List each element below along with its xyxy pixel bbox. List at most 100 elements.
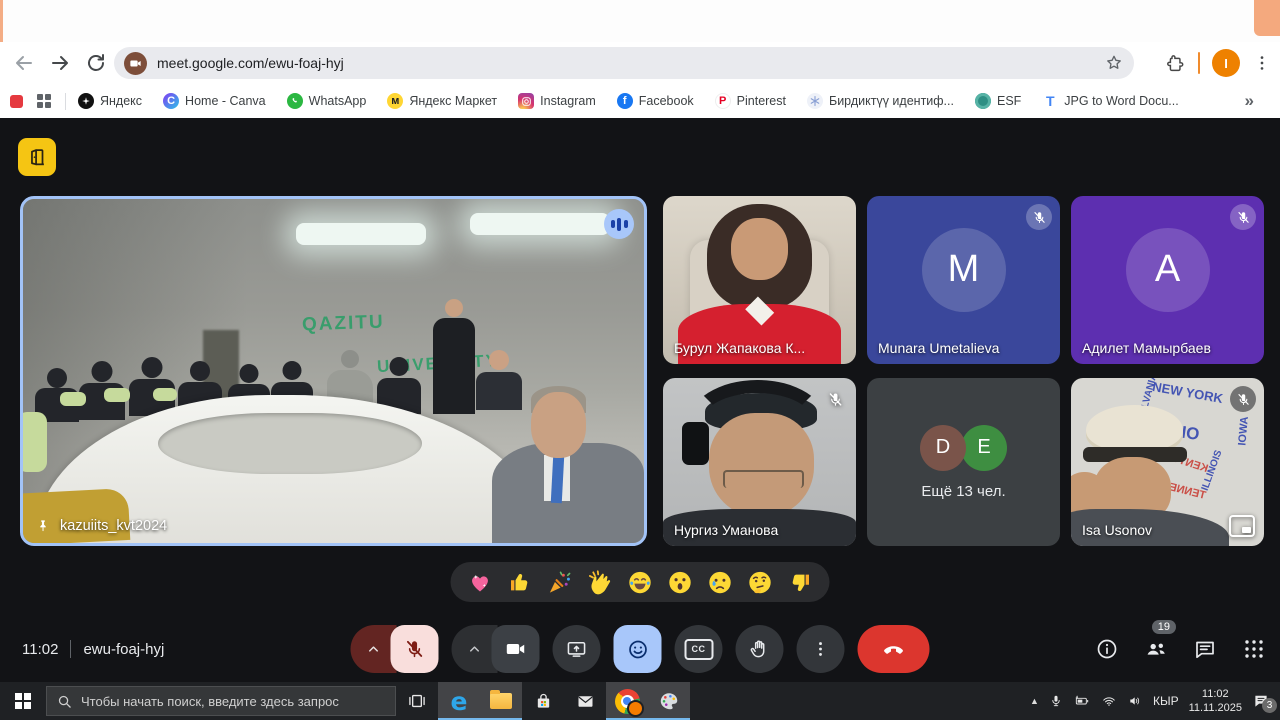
browser-toolbar: meet.google.com/ewu-foaj-hyj I: [0, 42, 1280, 84]
search-icon: [57, 694, 72, 709]
tray-expand-icon[interactable]: ▲: [1030, 696, 1039, 706]
mic-muted-icon: [822, 386, 848, 412]
taskbar-file-explorer[interactable]: [480, 682, 522, 720]
bookmark-jpg-to-word[interactable]: T JPG to Word Docu...: [1042, 93, 1178, 109]
mic-control-group: [351, 625, 439, 673]
mic-muted-icon: [1230, 204, 1256, 230]
clapping-hands-reaction[interactable]: [587, 569, 614, 596]
bookmark-yandex-market[interactable]: м Яндекс Маркет: [387, 93, 497, 109]
participant-tile-nurgiz[interactable]: Нургиз Уманова: [663, 378, 856, 546]
captions-button[interactable]: CC: [675, 625, 723, 673]
participant-name: Бурул Жапакова К...: [674, 340, 805, 356]
bookmark-pinterest[interactable]: P Pinterest: [715, 93, 786, 109]
back-button[interactable]: [12, 51, 36, 75]
tray-volume-icon[interactable]: [1127, 694, 1143, 708]
tray-battery-icon[interactable]: [1073, 693, 1091, 709]
tray-date: 11.11.2025: [1189, 701, 1242, 715]
present-screen-button[interactable]: [553, 625, 601, 673]
face-with-tears-of-joy-reaction[interactable]: [627, 569, 654, 596]
mic-mute-button[interactable]: [391, 625, 439, 673]
extensions-icon[interactable]: [1164, 52, 1186, 74]
bookmark-yandex[interactable]: Яндекс: [78, 93, 142, 109]
tray-clock[interactable]: 11:02 11.11.2025: [1189, 687, 1242, 716]
action-center-icon[interactable]: 3: [1252, 692, 1270, 710]
bookmarks-separator: [65, 93, 66, 110]
avatar-initial: D: [920, 425, 966, 471]
camera-toggle-button[interactable]: [492, 625, 540, 673]
more-options-button[interactable]: [797, 625, 845, 673]
main-tile-name: kazuiits_kvt2024: [60, 518, 167, 534]
thinking-face-reaction[interactable]: [747, 569, 774, 596]
participant-name: Нургиз Уманова: [674, 522, 778, 538]
thumbs-up-reaction[interactable]: [507, 569, 534, 596]
taskbar-paint[interactable]: [648, 682, 690, 720]
yandex-market-icon: м: [387, 93, 403, 109]
bookmark-facebook[interactable]: f Facebook: [617, 93, 694, 109]
thumbs-down-reaction[interactable]: [787, 569, 814, 596]
bookmarks-overflow-chevron[interactable]: »: [1245, 91, 1254, 111]
activities-grid-icon[interactable]: [1242, 637, 1266, 661]
tray-mic-icon[interactable]: [1049, 694, 1063, 708]
reload-button[interactable]: [84, 51, 108, 75]
taskbar-mail[interactable]: [564, 682, 606, 720]
paint-palette-icon: [658, 690, 680, 712]
left-edge-accent: [0, 0, 3, 42]
more-participants-tile[interactable]: D E Ещё 13 чел.: [867, 378, 1060, 546]
mail-envelope-icon: [575, 691, 596, 712]
windows-logo-icon: [15, 693, 31, 709]
folder-icon: [490, 693, 512, 709]
mic-muted-icon: [1230, 386, 1256, 412]
taskbar-edge[interactable]: e: [438, 682, 480, 720]
more-participants-label: Ещё 13 чел.: [921, 483, 1005, 500]
window-top-strip: [0, 0, 1280, 42]
url-bar[interactable]: meet.google.com/ewu-foaj-hyj: [114, 47, 1134, 79]
bookmark-identification[interactable]: Бирдиктүү идентиф...: [807, 93, 954, 109]
raise-hand-button[interactable]: [736, 625, 784, 673]
party-popper-reaction[interactable]: [547, 569, 574, 596]
browser-menu-icon[interactable]: [1252, 53, 1272, 73]
participant-name: Munara Umetalieva: [878, 340, 999, 356]
apps-grid-icon[interactable]: [37, 94, 51, 108]
language-indicator[interactable]: КЫР: [1153, 694, 1179, 708]
search-placeholder: Чтобы начать поиск, введите здесь запрос: [81, 694, 339, 709]
surprised-face-reaction[interactable]: [667, 569, 694, 596]
start-button[interactable]: [0, 682, 46, 720]
meet-camera-favicon: [124, 52, 147, 75]
profile-avatar[interactable]: I: [1212, 49, 1240, 77]
participant-tile-isa[interactable]: NEW YORK PENNSYLVANIA OHIO KENTUCKY ILLI…: [1071, 378, 1264, 546]
taskbar-chrome[interactable]: [606, 682, 648, 720]
end-call-button[interactable]: [858, 625, 930, 673]
bookmark-whatsapp[interactable]: WhatsApp: [287, 93, 367, 109]
bookmark-instagram[interactable]: Instagram: [518, 93, 596, 109]
clock-text: 11:02: [22, 641, 58, 658]
red-app-icon[interactable]: [10, 95, 23, 108]
participant-count-badge: 19: [1152, 620, 1176, 634]
participant-name: Isa Usonov: [1082, 522, 1152, 538]
crying-face-reaction[interactable]: [707, 569, 734, 596]
bookmark-canva[interactable]: C Home - Canva: [163, 93, 266, 109]
door-extension-icon[interactable]: [18, 138, 56, 176]
main-video-tile[interactable]: QAZITU UNIVERSITY: [20, 196, 647, 546]
participant-tile-adilet[interactable]: A Адилет Мамырбаев: [1071, 196, 1264, 364]
sparkling-heart-reaction[interactable]: [467, 569, 494, 596]
green-chair: [20, 412, 47, 472]
participant-tile-burul[interactable]: Бурул Жапакова К...: [663, 196, 856, 364]
chat-panel-icon[interactable]: [1193, 637, 1217, 661]
participant-tile-munara[interactable]: M Munara Umetalieva: [867, 196, 1060, 364]
wall-text: QAZITU: [302, 311, 385, 336]
picture-in-picture-icon[interactable]: [1229, 515, 1255, 537]
avatar-initial: E: [961, 425, 1007, 471]
people-panel-icon[interactable]: 19: [1144, 637, 1168, 661]
reactions-toggle-button[interactable]: [614, 625, 662, 673]
snowflake-icon: [807, 93, 823, 109]
meeting-details-icon[interactable]: [1095, 637, 1119, 661]
forward-button[interactable]: [48, 51, 72, 75]
avatar-initial: A: [1126, 228, 1210, 312]
task-view-button[interactable]: [396, 682, 438, 720]
taskbar-search-box[interactable]: Чтобы начать поиск, введите здесь запрос: [46, 686, 396, 716]
bookmark-star-icon[interactable]: [1104, 53, 1124, 73]
taskbar-store[interactable]: [522, 682, 564, 720]
tray-wifi-icon[interactable]: [1101, 694, 1117, 708]
bookmark-esf[interactable]: ESF: [975, 93, 1021, 109]
meet-control-bar: 11:02 ewu-foaj-hyj: [0, 616, 1280, 682]
